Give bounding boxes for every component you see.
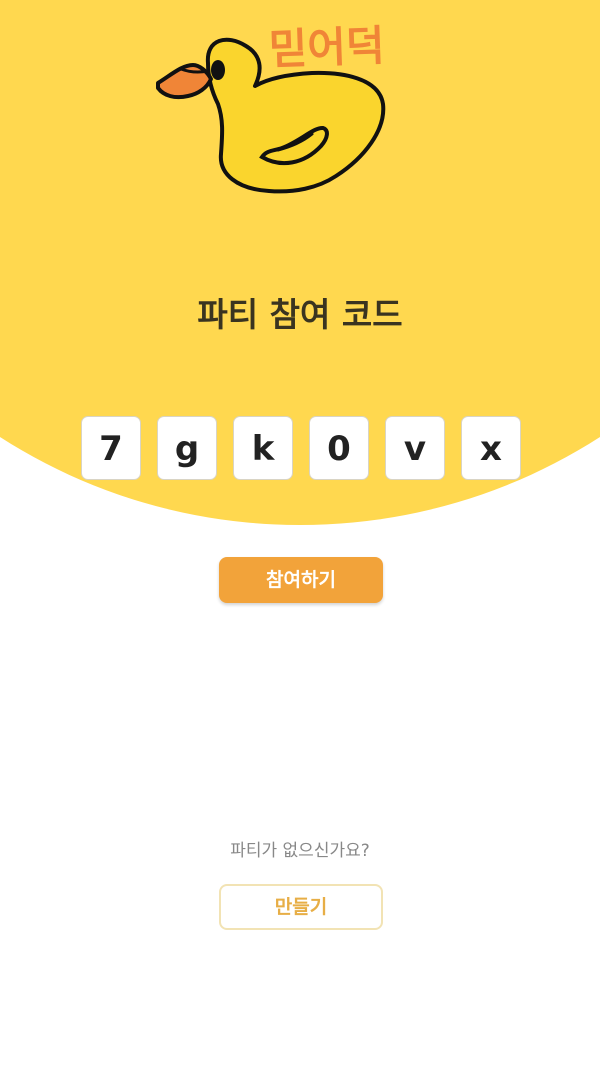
- code-digit-1[interactable]: 7: [81, 416, 141, 480]
- code-digit-3[interactable]: k: [233, 416, 293, 480]
- code-digit-4[interactable]: 0: [309, 416, 369, 480]
- code-digit-5[interactable]: v: [385, 416, 445, 480]
- create-button[interactable]: 만들기: [219, 884, 383, 930]
- logo-text: 믿어덕: [268, 21, 386, 74]
- party-code-input[interactable]: 7 g k 0 v x: [81, 416, 521, 480]
- party-join-screen: 믿어덕 파티 참여 코드 7 g k 0 v x 참여하기 파티가 없으신가요?…: [0, 0, 600, 1067]
- duck-logo: 믿어덕: [156, 21, 386, 194]
- code-digit-6[interactable]: x: [461, 416, 521, 480]
- join-button[interactable]: 참여하기: [219, 557, 383, 603]
- code-digit-2[interactable]: g: [157, 416, 217, 480]
- no-party-text: 파티가 없으신가요?: [230, 841, 370, 861]
- page-title: 파티 참여 코드: [197, 295, 403, 334]
